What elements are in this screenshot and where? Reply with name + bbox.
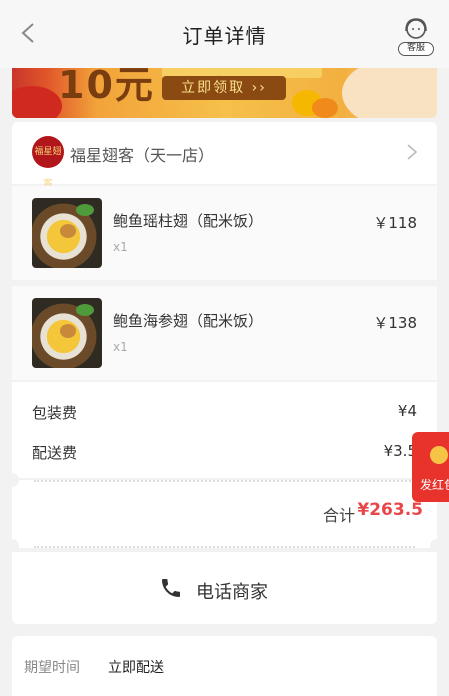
delivery-details: 期望时间 立即配送 bbox=[12, 636, 437, 696]
nav-bar: 订单详情 客服 bbox=[0, 0, 449, 68]
phone-icon bbox=[162, 579, 180, 597]
call-merchant-button[interactable]: 电话商家 bbox=[12, 552, 437, 624]
customer-service-label: 客服 bbox=[398, 42, 434, 56]
call-merchant-label: 电话商家 bbox=[196, 582, 268, 603]
expected-time-value: 立即配送 bbox=[108, 660, 164, 676]
dish-quantity: x1 bbox=[113, 340, 128, 354]
dish-quantity: x1 bbox=[113, 240, 128, 254]
divider bbox=[34, 546, 415, 548]
dish-price: ￥118 bbox=[373, 214, 417, 232]
dish-price: ￥138 bbox=[373, 314, 417, 332]
claim-now-button[interactable]: 立即领取 ›› bbox=[162, 76, 286, 100]
packaging-fee-value: ¥4 bbox=[397, 402, 417, 420]
customer-service-button[interactable]: 客服 bbox=[397, 16, 435, 58]
coin-icon bbox=[430, 446, 448, 464]
banner-headline: 10元 bbox=[58, 68, 155, 107]
chevron-right-icon bbox=[407, 144, 418, 160]
order-item: 鲍鱼瑶柱翅（配米饭） x1 ￥118 bbox=[12, 186, 437, 280]
page-title: 订单详情 bbox=[182, 24, 267, 48]
packaging-fee-label: 包装费 bbox=[32, 404, 78, 422]
red-envelope-float-button[interactable]: 发红包 bbox=[412, 432, 449, 502]
shop-name: 福星翅客（天一店） bbox=[70, 146, 215, 165]
dish-name: 鲍鱼海参翅（配米饭） bbox=[113, 312, 264, 330]
coin-icon bbox=[312, 98, 338, 118]
shop-row[interactable]: 福星翅客 福星翅客（天一店） bbox=[12, 122, 437, 189]
total-label: 合计 bbox=[322, 506, 355, 525]
banner-decoration bbox=[342, 68, 437, 118]
banner-red-envelope bbox=[12, 86, 62, 118]
expected-time-label: 期望时间 bbox=[24, 660, 80, 676]
order-item: 鲍鱼海参翅（配米饭） x1 ￥138 bbox=[12, 286, 437, 380]
dish-name: 鲍鱼瑶柱翅（配米饭） bbox=[113, 212, 264, 230]
delivery-fee-label: 配送费 bbox=[32, 444, 78, 462]
fees-section: 包装费 ¥4 配送费 ¥3.5 bbox=[12, 382, 437, 478]
promo-banner[interactable]: 10元 立即领取 ›› bbox=[12, 68, 437, 118]
red-envelope-label: 发红包 bbox=[420, 478, 449, 492]
dish-photo bbox=[32, 198, 102, 268]
dish-photo bbox=[32, 298, 102, 368]
total-amount: ¥263.5 bbox=[357, 500, 423, 520]
shop-logo: 福星翅客 bbox=[32, 136, 64, 189]
divider bbox=[34, 480, 415, 482]
total-section: 合计 ¥263.5 bbox=[5, 473, 444, 553]
